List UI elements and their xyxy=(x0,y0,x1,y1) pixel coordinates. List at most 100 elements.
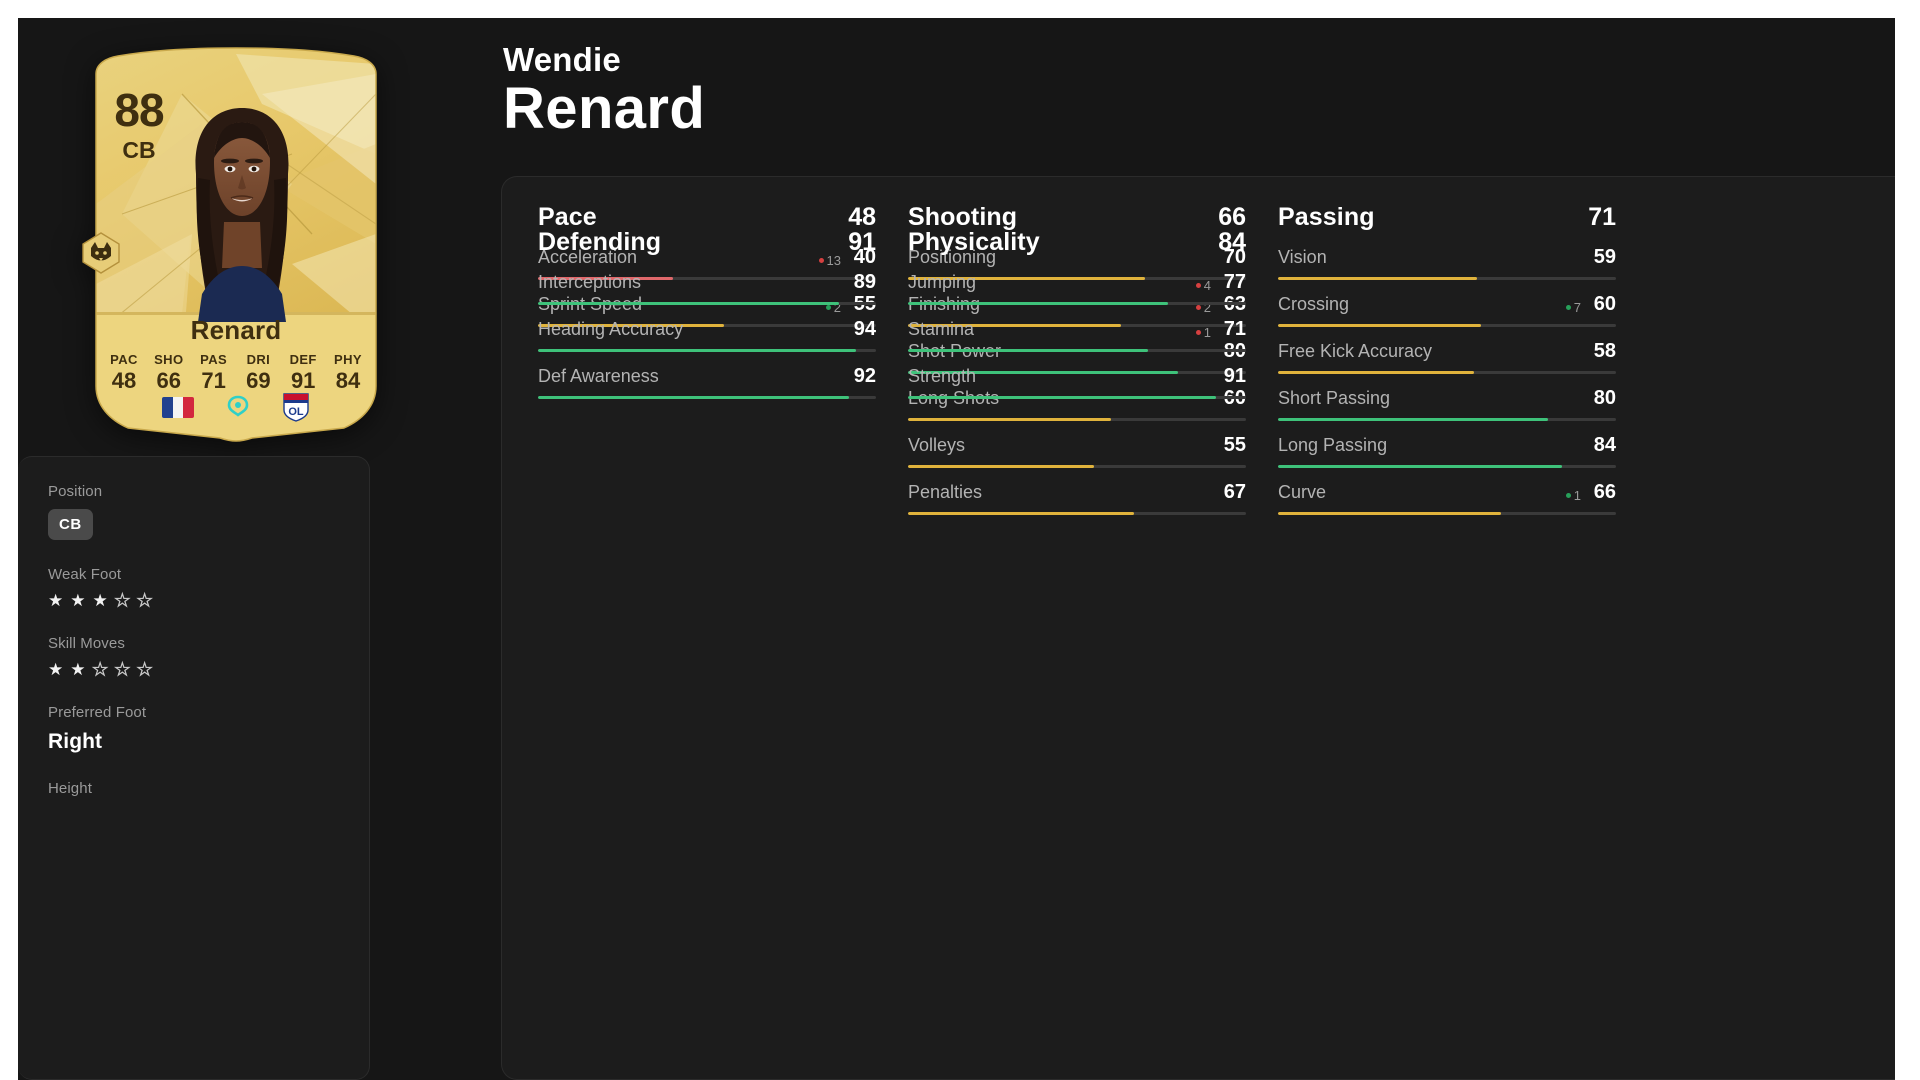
player-photo xyxy=(195,108,289,322)
card-stat-def: DEF 91 xyxy=(289,352,317,393)
stat-bar-track xyxy=(908,349,1246,352)
stat-row-right: 4 77 xyxy=(1195,271,1246,294)
player-first-name: Wendie xyxy=(503,41,621,78)
stat-row-right: 1 71 xyxy=(1195,318,1246,341)
attribute-group-physicality: Physicality 84 Jumping 4 77 Stamina 1 71 Strengt… xyxy=(908,228,1246,412)
stat-bar-track xyxy=(1278,418,1616,421)
attributes-grid-row-2: Defending 91 Interceptions 89 Heading Accura… xyxy=(502,228,1895,412)
stat-value: 77 xyxy=(1223,271,1246,293)
skill-moves-star: ★ xyxy=(48,660,64,679)
stat-row: Penalties 67 xyxy=(908,481,1246,515)
stat-row-top: Jumping 4 77 xyxy=(908,271,1246,294)
skill-moves-star: ★ xyxy=(136,660,153,679)
weak-foot-star: ★ xyxy=(48,591,64,610)
stat-row-top: Interceptions 89 xyxy=(538,271,876,294)
attribute-group-header: Physicality 84 xyxy=(908,228,1246,257)
stat-value: 84 xyxy=(1593,434,1616,456)
stat-row-top: Def Awareness 92 xyxy=(538,365,876,388)
info-position: Position CB xyxy=(18,483,369,540)
stat-bar-fill xyxy=(1278,465,1562,468)
page-background: 88 CB Renard PAC 48 SHO 66 PAS 71 DRI 69… xyxy=(18,18,1895,1080)
stat-bar-track xyxy=(908,465,1246,468)
stat-bar-fill xyxy=(908,396,1216,399)
stat-value: 92 xyxy=(853,365,876,387)
svg-text:OL: OL xyxy=(288,406,304,418)
stat-name: Jumping xyxy=(908,272,977,292)
height-label: Height xyxy=(48,780,92,797)
attribute-group-defending: Defending 91 Interceptions 89 Heading Accura… xyxy=(538,228,876,412)
stat-name: Heading Accuracy xyxy=(538,319,684,339)
card-stat-phy: PHY 84 xyxy=(334,352,362,393)
stat-bar-track xyxy=(538,349,876,352)
stat-bar-track xyxy=(1278,512,1616,515)
stat-name: Def Awareness xyxy=(538,366,659,386)
skill-moves-label: Skill Moves xyxy=(48,635,125,652)
left-sidebar: 88 CB Renard PAC 48 SHO 66 PAS 71 DRI 69… xyxy=(18,18,483,1080)
stat-row-top: Stamina 1 71 xyxy=(908,318,1246,341)
stat-bar-fill xyxy=(908,512,1135,515)
stat-row: Jumping 4 77 xyxy=(908,271,1246,305)
stat-row-right: 94 xyxy=(848,318,876,341)
skill-moves-star: ★ xyxy=(92,660,108,679)
stat-row: Stamina 1 71 xyxy=(908,318,1246,352)
stat-row-right: 1 66 xyxy=(1565,481,1616,504)
stat-row-right: 55 xyxy=(1218,434,1246,457)
stat-row-right: 84 xyxy=(1588,434,1616,457)
weak-foot-label: Weak Foot xyxy=(48,566,122,583)
player-name-header: Wendie Renard xyxy=(503,43,705,141)
stat-value: 55 xyxy=(1223,434,1246,456)
stat-bar-fill xyxy=(1278,418,1549,421)
stat-value: 66 xyxy=(1593,481,1616,503)
stat-delta: 1 xyxy=(1195,325,1211,340)
position-chip[interactable]: CB xyxy=(48,509,93,540)
stat-value: 94 xyxy=(853,318,876,340)
stat-row-right: 89 xyxy=(848,271,876,294)
fox-head-icon xyxy=(82,232,120,274)
stat-row: Interceptions 89 xyxy=(538,271,876,305)
stat-row-right: 67 xyxy=(1218,481,1246,504)
player-card[interactable]: 88 CB Renard PAC 48 SHO 66 PAS 71 DRI 69… xyxy=(62,34,410,446)
stat-name: Penalties xyxy=(908,482,983,502)
stat-name: Strength xyxy=(908,366,977,386)
stat-delta-value: 4 xyxy=(1203,278,1211,293)
stat-bar-fill xyxy=(908,302,1169,305)
stat-bar-track xyxy=(538,396,876,399)
player-last-name: Renard xyxy=(503,76,706,141)
info-skill-moves: Skill Moves ★ ★ ★ ★ ★ xyxy=(18,635,369,679)
stat-value: 89 xyxy=(853,271,876,293)
card-rating-block: 88 CB xyxy=(96,84,182,164)
stat-bar-track xyxy=(908,396,1246,399)
weak-foot-star: ★ xyxy=(136,591,153,610)
stat-row: Strength 91 xyxy=(908,365,1246,399)
stat-value: 91 xyxy=(1223,365,1246,387)
skill-moves-star: ★ xyxy=(70,660,86,679)
france-flag-icon xyxy=(162,396,194,418)
stat-row: Long Passing 84 xyxy=(1278,434,1616,468)
card-rating: 88 xyxy=(114,84,164,136)
stat-row-top: Heading Accuracy 94 xyxy=(538,318,876,341)
attribute-group-name: Physicality xyxy=(908,228,1040,256)
player-info-panel: Position CB Weak Foot ★ ★ ★ ★ ★ Skill Moves … xyxy=(18,456,370,1080)
stat-bar-fill xyxy=(538,396,849,399)
stat-delta: 1 xyxy=(1565,488,1581,503)
position-label: Position xyxy=(48,483,103,500)
delta-up-icon xyxy=(1565,493,1571,498)
stat-row-top: Strength 91 xyxy=(908,365,1246,388)
stat-name: Long Passing xyxy=(1278,435,1388,455)
olympique-lyonnais-club-icon: OL xyxy=(283,393,309,422)
stat-row: Curve 1 66 xyxy=(1278,481,1616,515)
main-content: Wendie Renard Pace48Acceleration1340Spri… xyxy=(483,18,1895,1080)
stat-row-right: 91 xyxy=(1218,365,1246,388)
stat-bar-fill xyxy=(908,418,1111,421)
stat-row-top: Long Passing 84 xyxy=(1278,434,1616,457)
attributes-panel: Pace48Acceleration1340Sprint Speed255Sho… xyxy=(501,176,1895,1080)
stat-bar-fill xyxy=(538,349,856,352)
card-stat-dri: DRI 69 xyxy=(246,352,271,393)
stat-name: Interceptions xyxy=(538,272,642,292)
card-badge-row: OL xyxy=(62,392,410,422)
preferred-foot-value: Right xyxy=(48,730,103,753)
stat-name: Curve xyxy=(1278,482,1327,502)
stat-bar-fill xyxy=(908,349,1148,352)
stat-row: Def Awareness 92 xyxy=(538,365,876,399)
stat-bar-track xyxy=(1278,465,1616,468)
